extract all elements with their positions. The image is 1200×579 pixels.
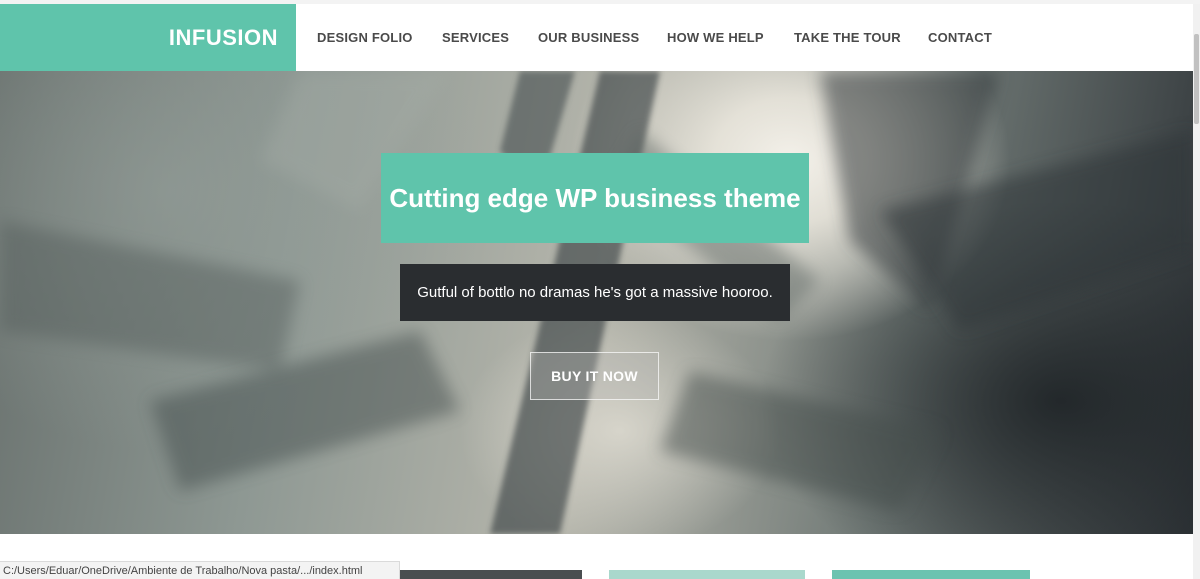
nav-item-our-business[interactable]: OUR BUSINESS (538, 4, 639, 71)
nav-item-contact[interactable]: CONTACT (928, 4, 992, 71)
status-bar-url: C:/Users/Eduar/OneDrive/Ambiente de Trab… (0, 561, 400, 579)
buy-it-now-button[interactable]: BUY IT NOW (530, 352, 659, 400)
hero-banner: Cutting edge WP business theme Gutful of… (0, 71, 1193, 534)
nav-item-take-the-tour[interactable]: TAKE THE TOUR (794, 4, 901, 71)
site-header: INFUSION DESIGN FOLIO SERVICES OUR BUSIN… (0, 4, 1193, 71)
nav-item-services[interactable]: SERVICES (442, 4, 509, 71)
nav-item-how-we-help[interactable]: HOW WE HELP (667, 4, 764, 71)
scrollbar-thumb[interactable] (1194, 34, 1199, 124)
hero-headline: Cutting edge WP business theme (381, 153, 809, 243)
hero-subheadline: Gutful of bottlo no dramas he's got a ma… (400, 264, 790, 321)
portfolio-thumbnail[interactable] (609, 570, 805, 579)
page-scrollbar[interactable] (1193, 4, 1200, 579)
portfolio-thumbnail[interactable] (384, 570, 582, 579)
site-logo[interactable]: INFUSION (0, 4, 296, 71)
portfolio-thumbnail[interactable] (832, 570, 1030, 579)
nav-item-design-folio[interactable]: DESIGN FOLIO (317, 4, 413, 71)
